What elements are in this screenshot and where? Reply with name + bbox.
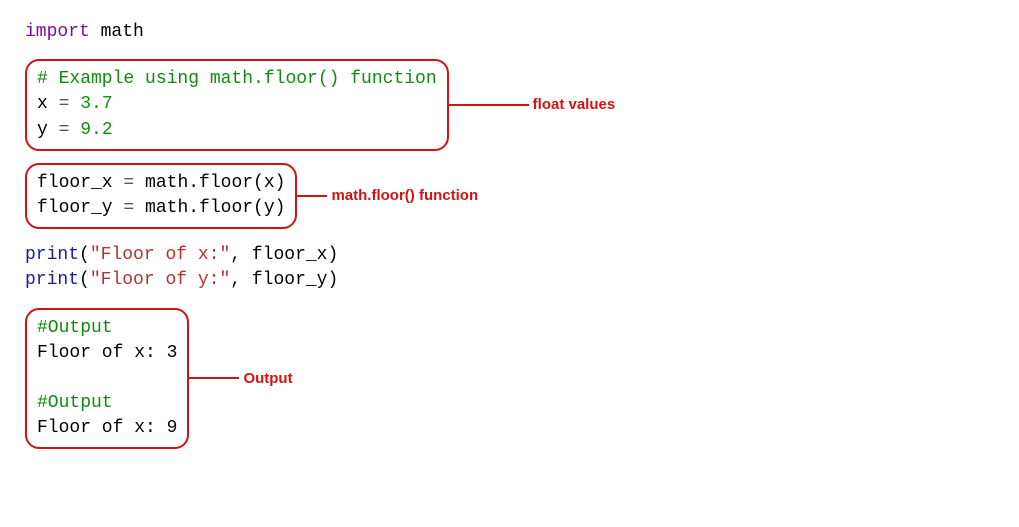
output-blank [37,366,177,391]
connector-3 [189,377,239,379]
output-comment-2: #Output [37,391,177,416]
block-math-floor: floor_x = math.floor(x) floor_y = math.f… [25,163,297,229]
assign-floor-y: floor_y = math.floor(y) [37,196,285,221]
output-line-1: Floor of x: 3 [37,341,177,366]
block-output-row: #Output Floor of x: 3 #Output Floor of x… [25,302,994,456]
block-output: #Output Floor of x: 3 #Output Floor of x… [25,308,189,450]
connector-2 [297,195,327,197]
assign-x: x = 3.7 [37,92,437,117]
import-module: math [90,22,144,42]
connector-1 [449,104,529,106]
block-float-values: # Example using math.floor() function x … [25,59,449,151]
assign-y: y = 9.2 [37,118,437,143]
assign-floor-x: floor_x = math.floor(x) [37,171,285,196]
import-line: import math [25,20,994,45]
print-line-1: print("Floor of x:", floor_x) [25,243,994,268]
import-keyword: import [25,22,90,42]
comment-line-1: # Example using math.floor() function [37,67,437,92]
label-math-floor: math.floor() function [331,185,478,206]
output-line-2: Floor of x: 9 [37,416,177,441]
block-math-floor-row: floor_x = math.floor(x) floor_y = math.f… [25,157,994,235]
print-line-2: print("Floor of y:", floor_y) [25,268,994,293]
output-comment-1: #Output [37,316,177,341]
block-float-values-row: # Example using math.floor() function x … [25,53,994,157]
label-output: Output [243,368,292,389]
label-float-values: float values [533,94,616,115]
